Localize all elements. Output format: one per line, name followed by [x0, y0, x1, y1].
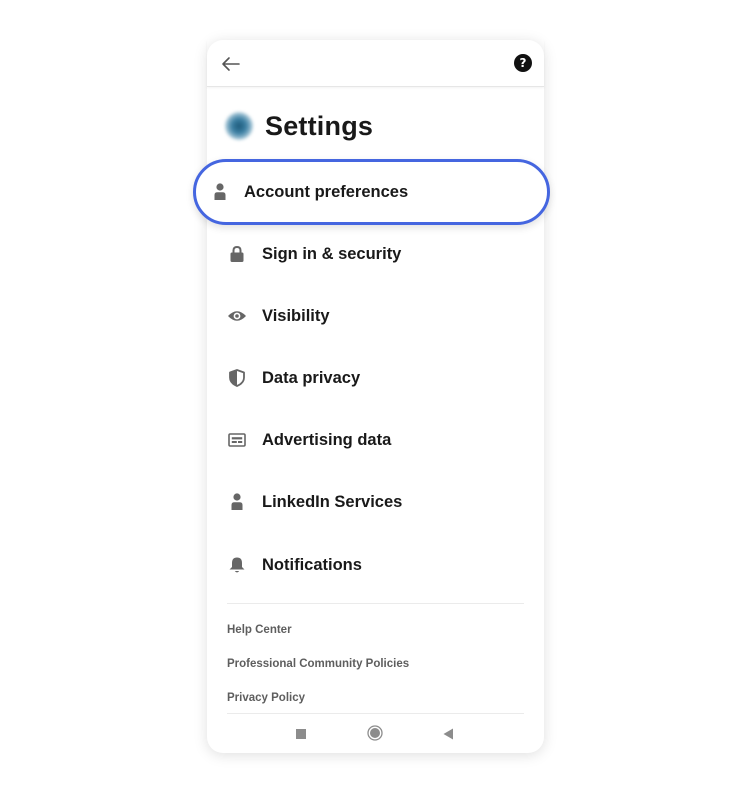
- avatar: [225, 112, 253, 140]
- triangle-back-icon[interactable]: [442, 727, 454, 741]
- highlight-callout: Account preferences: [193, 159, 550, 225]
- ad-card-icon: [227, 430, 247, 450]
- privacy-policy-link[interactable]: Privacy Policy: [227, 692, 305, 704]
- arrow-left-icon: [222, 57, 240, 71]
- person-icon: [227, 492, 247, 512]
- menu-item-label: Visibility: [262, 306, 330, 325]
- menu-item-notifications[interactable]: Notifications: [227, 545, 527, 585]
- menu-item-account-preferences[interactable]: Account preferences: [210, 174, 408, 210]
- community-policies-link[interactable]: Professional Community Policies: [227, 658, 409, 670]
- menu-item-label: Data privacy: [262, 368, 361, 387]
- person-icon: [210, 182, 230, 202]
- help-center-link[interactable]: Help Center: [227, 624, 292, 636]
- page-header: Settings: [225, 108, 373, 144]
- bell-icon: [227, 555, 247, 575]
- menu-item-data-privacy[interactable]: Data privacy: [227, 358, 527, 398]
- menu-item-visibility[interactable]: Visibility: [227, 296, 527, 336]
- menu-item-label: Notifications: [262, 555, 362, 574]
- eye-icon: [227, 306, 247, 326]
- square-icon[interactable]: [296, 729, 306, 739]
- circle-icon[interactable]: [367, 725, 383, 741]
- shield-icon: [227, 368, 247, 388]
- top-app-bar: ?: [207, 40, 544, 87]
- divider: [227, 713, 524, 714]
- menu-item-linkedin-services[interactable]: LinkedIn Services: [227, 482, 527, 522]
- menu-item-label: Account preferences: [244, 182, 409, 201]
- page-title: Settings: [265, 110, 374, 141]
- menu-item-label: Advertising data: [262, 430, 392, 449]
- divider: [227, 603, 524, 604]
- menu-item-label: LinkedIn Services: [262, 492, 403, 511]
- lock-icon: [227, 244, 247, 264]
- help-button[interactable]: ?: [514, 54, 532, 72]
- back-button[interactable]: [219, 52, 243, 76]
- menu-item-label: Sign in & security: [262, 244, 402, 263]
- question-icon: ?: [519, 56, 527, 70]
- menu-item-sign-in-security[interactable]: Sign in & security: [227, 234, 527, 274]
- menu-item-advertising-data[interactable]: Advertising data: [227, 420, 527, 460]
- system-navigation-bar: [207, 715, 544, 753]
- settings-screen: ? Settings Account preferences Sign in &…: [193, 40, 550, 753]
